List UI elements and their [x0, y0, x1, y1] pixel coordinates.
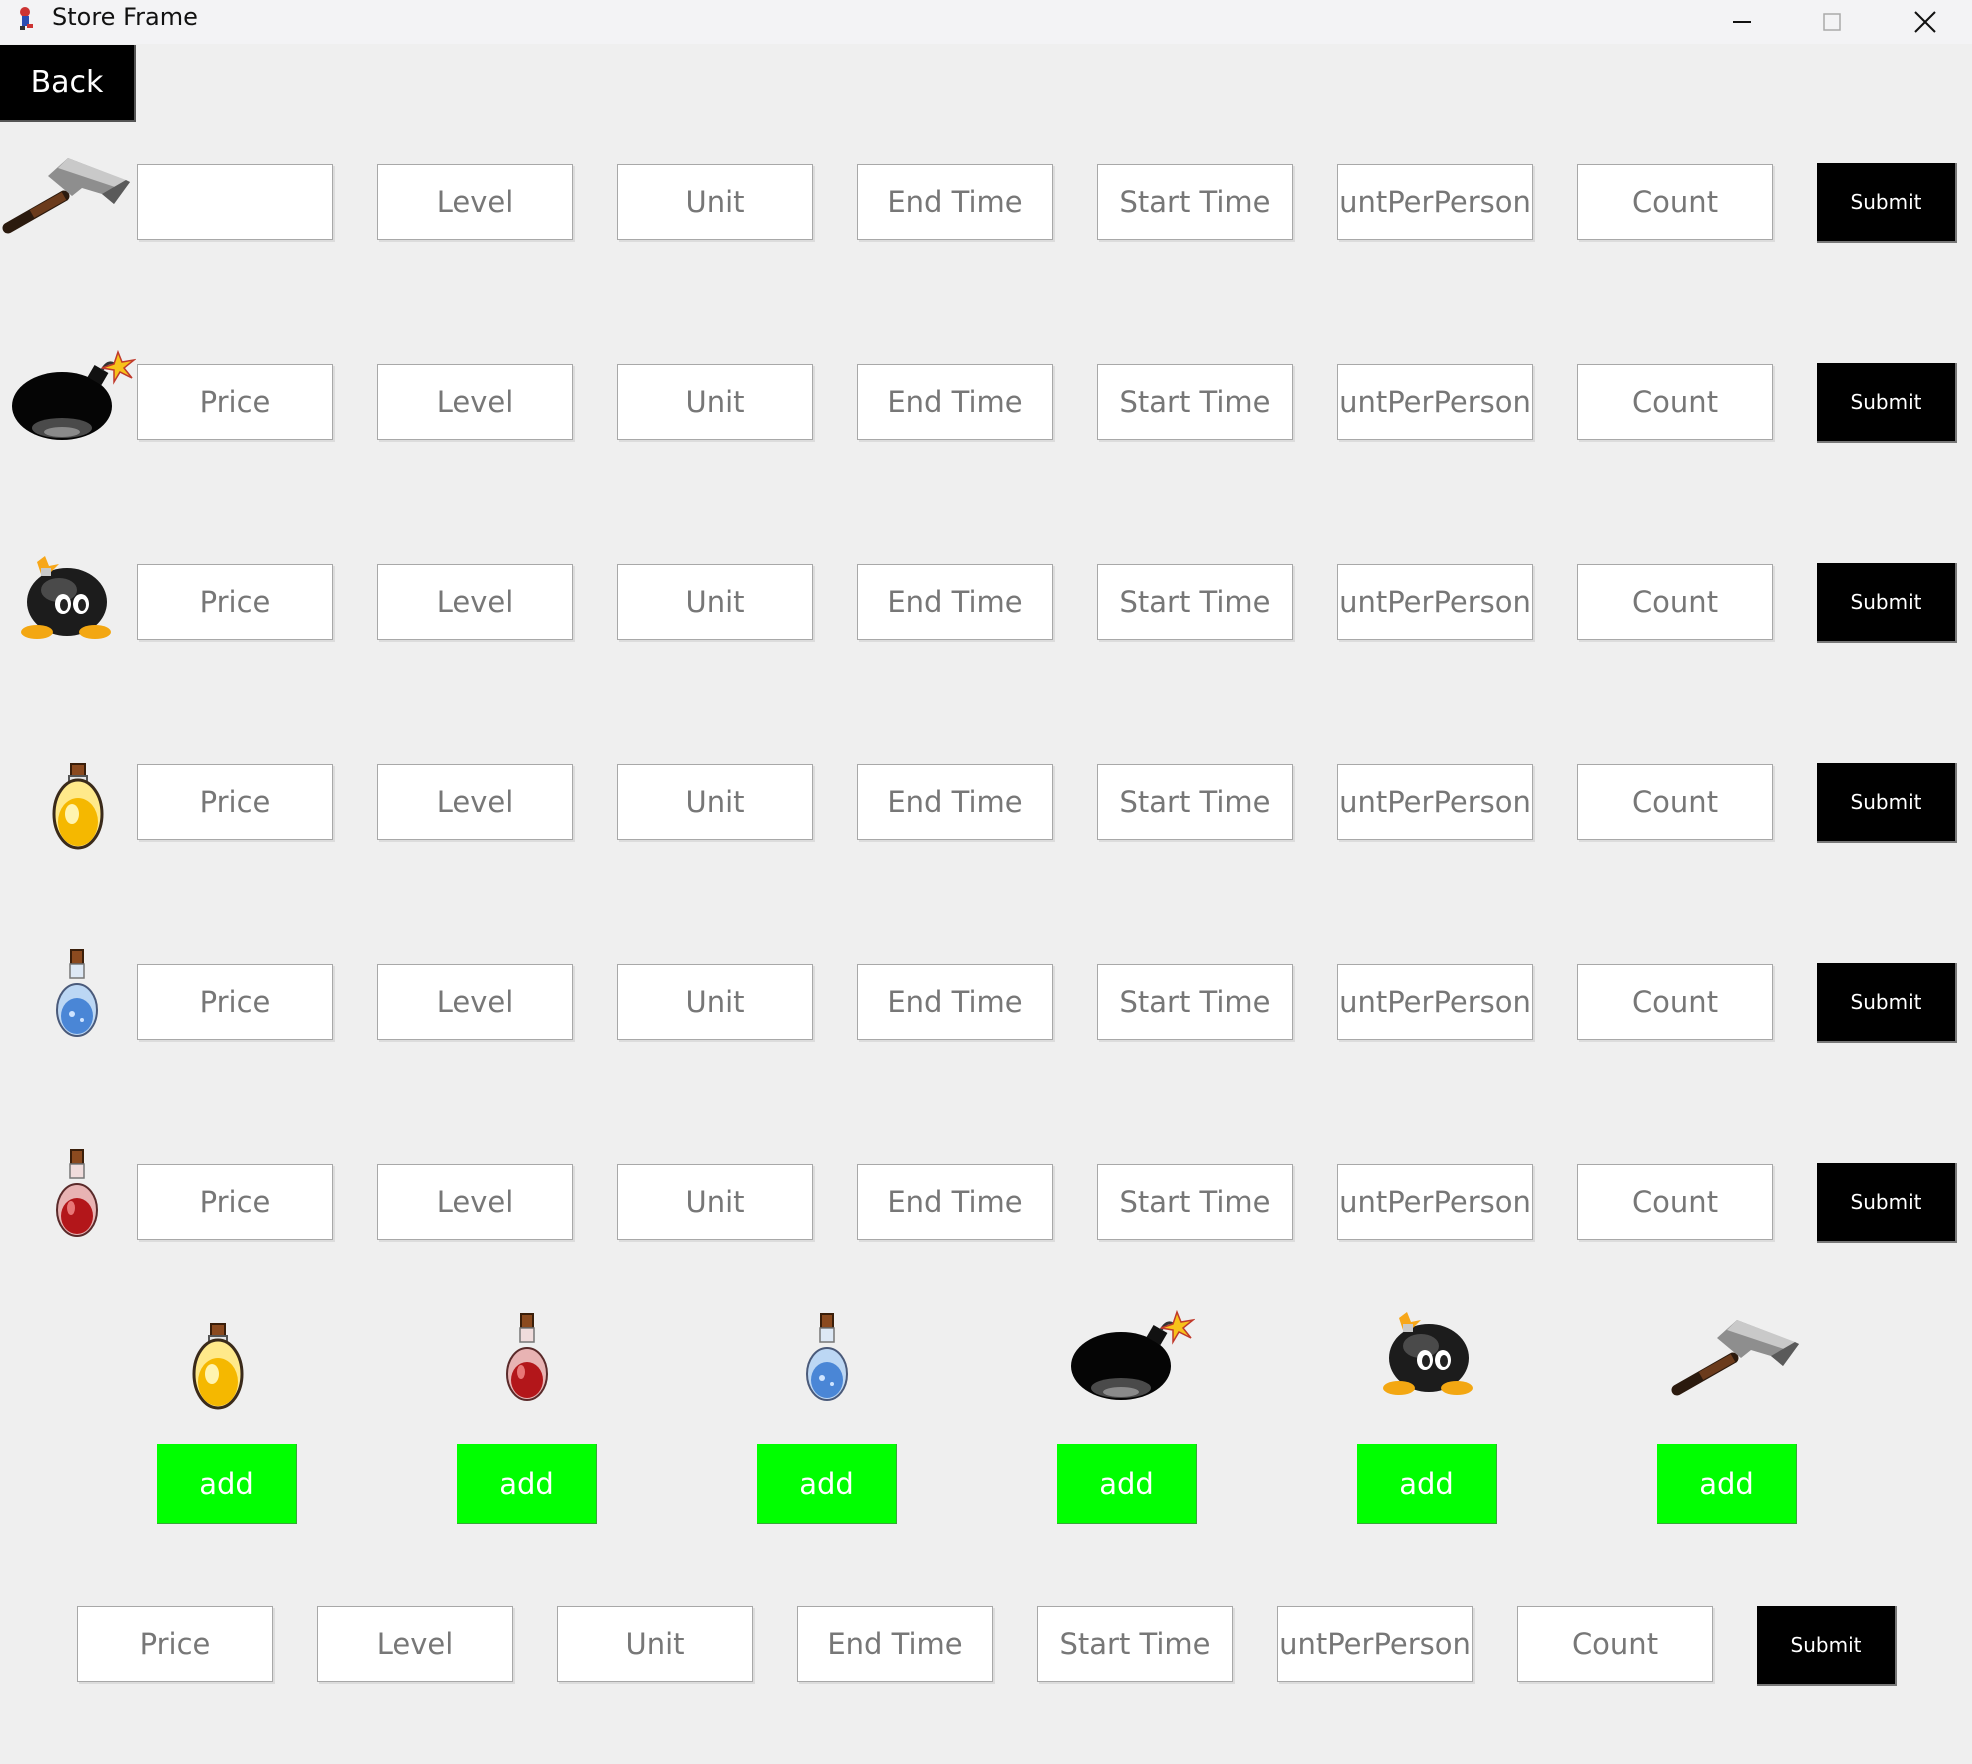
unt-per-person-field[interactable]: untPerPerson: [1337, 764, 1533, 840]
add-button[interactable]: add: [157, 1444, 297, 1524]
count-field[interactable]: Count: [1577, 364, 1773, 440]
price-field[interactable]: Price: [137, 564, 333, 640]
level-field[interactable]: Level: [377, 964, 573, 1040]
back-button[interactable]: Back: [0, 45, 136, 122]
unt-per-person-field[interactable]: untPerPerson: [1337, 364, 1533, 440]
unit-field[interactable]: Unit: [617, 564, 813, 640]
level-field[interactable]: Level: [377, 764, 573, 840]
maximize-button[interactable]: [1787, 0, 1877, 44]
level-field[interactable]: Level: [377, 1164, 573, 1240]
end-time-field[interactable]: End Time: [857, 1164, 1053, 1240]
unit-field[interactable]: Unit: [617, 964, 813, 1040]
price-field[interactable]: Price: [137, 1164, 333, 1240]
unt-per-person-field[interactable]: untPerPerson: [1277, 1606, 1473, 1682]
level-field[interactable]: Level: [377, 564, 573, 640]
blue-potion-icon: [52, 948, 102, 1038]
submit-button[interactable]: Submit: [1817, 363, 1957, 443]
maximize-icon: [1821, 11, 1843, 33]
start-time-field[interactable]: Start Time: [1097, 764, 1293, 840]
bomb-icon: [1069, 1308, 1195, 1404]
hammer-icon: [2, 150, 132, 240]
window-title: Store Frame: [52, 3, 198, 31]
title-bar: Store Frame: [0, 0, 1972, 44]
count-field[interactable]: Count: [1577, 964, 1773, 1040]
end-time-field[interactable]: End Time: [857, 164, 1053, 240]
bomb-icon: [10, 348, 136, 444]
app-icon: [12, 4, 42, 34]
unit-field[interactable]: Unit: [557, 1606, 753, 1682]
close-button[interactable]: [1880, 0, 1970, 44]
red-potion-icon: [52, 1148, 102, 1238]
count-field[interactable]: Count: [1517, 1606, 1713, 1682]
red-potion-icon: [502, 1312, 552, 1402]
end-time-field[interactable]: End Time: [857, 764, 1053, 840]
yellow-potion-icon: [187, 1322, 247, 1412]
add-button[interactable]: add: [757, 1444, 897, 1524]
level-field[interactable]: Level: [377, 364, 573, 440]
end-time-field[interactable]: End Time: [797, 1606, 993, 1682]
add-button[interactable]: add: [1657, 1444, 1797, 1524]
level-field[interactable]: Level: [317, 1606, 513, 1682]
end-time-field[interactable]: End Time: [857, 964, 1053, 1040]
hammer-icon: [1671, 1312, 1801, 1402]
end-time-field[interactable]: End Time: [857, 564, 1053, 640]
unt-per-person-field[interactable]: untPerPerson: [1337, 564, 1533, 640]
unit-field[interactable]: Unit: [617, 164, 813, 240]
count-field[interactable]: Count: [1577, 764, 1773, 840]
start-time-field[interactable]: Start Time: [1037, 1606, 1233, 1682]
price-field[interactable]: Price: [137, 764, 333, 840]
unt-per-person-field[interactable]: untPerPerson: [1337, 164, 1533, 240]
submit-button[interactable]: Submit: [1817, 163, 1957, 243]
unt-per-person-field[interactable]: untPerPerson: [1337, 1164, 1533, 1240]
unt-per-person-field[interactable]: untPerPerson: [1337, 964, 1533, 1040]
minimize-icon: [1731, 11, 1753, 33]
count-field[interactable]: Count: [1577, 164, 1773, 240]
count-field[interactable]: Count: [1577, 564, 1773, 640]
unit-field[interactable]: Unit: [617, 764, 813, 840]
yellow-potion-icon: [47, 762, 107, 852]
submit-button[interactable]: Submit: [1817, 1163, 1957, 1243]
start-time-field[interactable]: Start Time: [1097, 964, 1293, 1040]
blue-potion-icon: [802, 1312, 852, 1402]
price-field[interactable]: Price: [137, 364, 333, 440]
start-time-field[interactable]: Start Time: [1097, 164, 1293, 240]
add-button[interactable]: add: [457, 1444, 597, 1524]
submit-button[interactable]: Submit: [1817, 763, 1957, 843]
count-field[interactable]: Count: [1577, 1164, 1773, 1240]
unit-field[interactable]: Unit: [617, 364, 813, 440]
level-field[interactable]: Level: [377, 164, 573, 240]
price-field[interactable]: Price: [137, 964, 333, 1040]
close-icon: [1912, 9, 1938, 35]
price-field[interactable]: [137, 164, 333, 240]
start-time-field[interactable]: Start Time: [1097, 564, 1293, 640]
add-button[interactable]: add: [1057, 1444, 1197, 1524]
submit-button[interactable]: Submit: [1817, 963, 1957, 1043]
submit-button[interactable]: Submit: [1817, 563, 1957, 643]
submit-button[interactable]: Submit: [1757, 1606, 1897, 1686]
bob-omb-icon: [1377, 1308, 1483, 1400]
add-button[interactable]: add: [1357, 1444, 1497, 1524]
unit-field[interactable]: Unit: [617, 1164, 813, 1240]
start-time-field[interactable]: Start Time: [1097, 364, 1293, 440]
minimize-button[interactable]: [1697, 0, 1787, 44]
bob-omb-icon: [15, 552, 121, 644]
start-time-field[interactable]: Start Time: [1097, 1164, 1293, 1240]
end-time-field[interactable]: End Time: [857, 364, 1053, 440]
price-field[interactable]: Price: [77, 1606, 273, 1682]
